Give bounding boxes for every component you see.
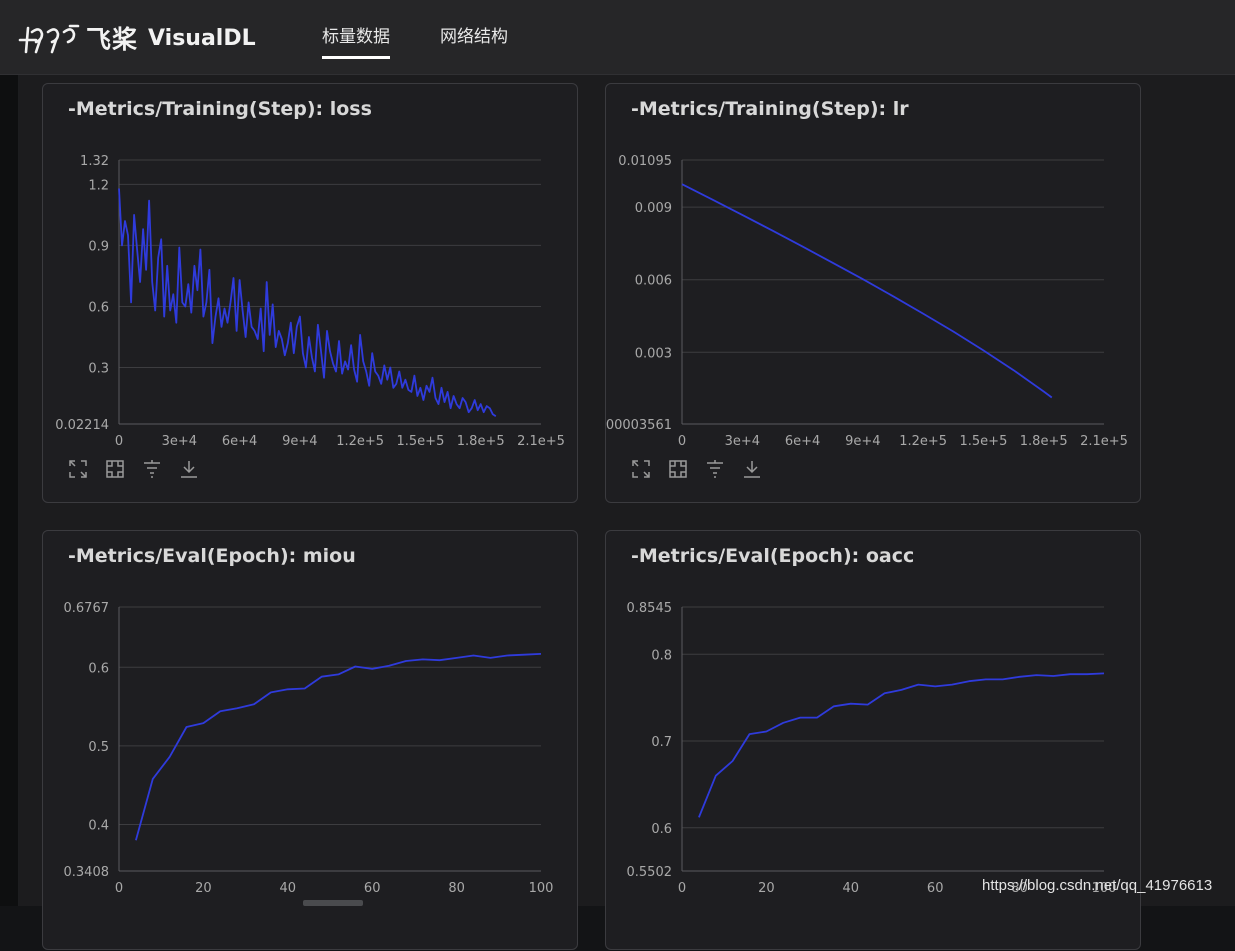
x-tick-label: 3e+4 — [725, 434, 760, 449]
y-tick-label: 0.006 — [635, 274, 672, 289]
y-tick-label: 1.32 — [80, 154, 109, 169]
x-tick-label: 2.1e+5 — [517, 434, 565, 449]
x-tick-label: 1.5e+5 — [960, 434, 1008, 449]
fullscreen-icon — [69, 460, 87, 478]
x-tick-label: 40 — [280, 881, 297, 896]
logo[interactable]: 飞桨 VisualDL — [18, 18, 256, 58]
top-navigation-bar: 飞桨 VisualDL 标量数据 网络结构 — [0, 0, 1235, 75]
x-tick-label: 9e+4 — [845, 434, 880, 449]
y-tick-label: 1.2 — [88, 178, 109, 193]
logo-product-name: VisualDL — [148, 25, 256, 51]
y-tick-label: 0.003 — [635, 346, 672, 361]
x-tick-label: 60 — [927, 881, 944, 896]
x-tick-label: 0 — [115, 434, 123, 449]
series-line — [698, 672, 1105, 818]
fullscreen-button[interactable] — [630, 458, 652, 480]
restore-zoom-icon — [106, 460, 124, 478]
x-tick-label: 0 — [115, 881, 123, 896]
y-tick-label: 0.01095 — [618, 154, 672, 169]
series-line — [118, 188, 497, 418]
x-tick-label: 80 — [448, 881, 465, 896]
restore-zoom-icon — [669, 460, 687, 478]
series-line — [681, 183, 1053, 399]
y-tick-label: 0.5 — [88, 740, 109, 755]
x-tick-label: 2.1e+5 — [1080, 434, 1128, 449]
y-tick-label: 0.02214 — [55, 418, 109, 433]
x-tick-label: 60 — [364, 881, 381, 896]
y-tick-label: 0.8 — [651, 648, 672, 663]
y-tick-label: 0.7 — [651, 735, 672, 750]
line-chart-loss[interactable]: 0.02214 0.3 0.6 0.9 1.2 1.32 0 3e+4 6e+4 9e+4 1.2e… — [43, 84, 579, 504]
y-tick-label: 0.6767 — [64, 601, 110, 616]
x-tick-label: 9e+4 — [282, 434, 317, 449]
filter-icon — [144, 460, 160, 478]
x-tick-label: 1.8e+5 — [457, 434, 505, 449]
x-tick-label: 20 — [195, 881, 212, 896]
x-tick-label: 40 — [843, 881, 860, 896]
filter-button[interactable] — [704, 458, 726, 480]
download-icon — [181, 461, 197, 478]
restore-zoom-button[interactable] — [104, 458, 126, 480]
watermark: https://blog.csdn.net/qq_41976613 — [982, 877, 1213, 894]
y-tick-label: 0.8545 — [627, 601, 673, 616]
x-tick-label: 0 — [678, 434, 686, 449]
line-chart-miou[interactable]: 0.3408 0.4 0.5 0.6 0.6767 0 20 40 60 80 100 — [43, 531, 579, 951]
y-tick-label: 0.6 — [651, 822, 672, 837]
y-tick-label: 0.4 — [88, 818, 109, 833]
line-chart-lr[interactable]: 00003561 0.003 0.006 0.009 0.01095 0 3e+4 6e+4 9… — [606, 84, 1142, 504]
y-tick-label: 0.6 — [88, 300, 109, 315]
y-tick-label: 0.009 — [635, 201, 672, 216]
x-tick-label: 100 — [529, 881, 554, 896]
y-tick-label: 0.3 — [88, 361, 109, 376]
chart-toolbar — [67, 458, 215, 480]
fullscreen-icon — [632, 460, 650, 478]
x-tick-label: 6e+4 — [785, 434, 820, 449]
download-button[interactable] — [178, 458, 200, 480]
chart-card-miou: -Metrics/Eval(Epoch): miou 0.3408 0.4 0.5 0… — [42, 530, 578, 950]
x-tick-label: 3e+4 — [162, 434, 197, 449]
sidebar — [0, 75, 19, 906]
download-icon — [744, 461, 760, 478]
x-tick-label: 1.5e+5 — [397, 434, 445, 449]
chart-grid: -Metrics/Training(Step): loss 0.02214 0.3… — [19, 75, 1235, 950]
filter-button[interactable] — [141, 458, 163, 480]
restore-zoom-button[interactable] — [667, 458, 689, 480]
filter-icon — [707, 460, 723, 478]
y-tick-label: 00003561 — [606, 418, 672, 433]
fullscreen-button[interactable] — [67, 458, 89, 480]
series-line — [135, 653, 542, 841]
x-tick-label: 1.8e+5 — [1020, 434, 1068, 449]
y-tick-label: 0.5502 — [627, 865, 673, 880]
y-tick-label: 0.9 — [88, 239, 109, 254]
y-tick-label: 0.3408 — [64, 865, 110, 880]
nav-tab-scalars[interactable]: 标量数据 — [322, 0, 390, 74]
x-tick-label: 20 — [758, 881, 775, 896]
logo-chinese-text: 飞桨 — [86, 25, 139, 54]
x-tick-label: 1.2e+5 — [336, 434, 384, 449]
nav-tab-graph[interactable]: 网络结构 — [440, 0, 508, 74]
chart-toolbar — [630, 458, 778, 480]
chart-card-lr: -Metrics/Training(Step): lr 00003561 0.00… — [605, 83, 1141, 503]
main-nav: 标量数据 网络结构 — [322, 0, 508, 74]
x-tick-label: 0 — [678, 881, 686, 896]
paddle-logo-icon — [18, 24, 80, 54]
x-tick-label: 6e+4 — [222, 434, 257, 449]
y-tick-label: 0.6 — [88, 661, 109, 676]
x-tick-label: 1.2e+5 — [899, 434, 947, 449]
horizontal-scrollbar-thumb[interactable] — [303, 900, 363, 906]
download-button[interactable] — [741, 458, 763, 480]
chart-card-loss: -Metrics/Training(Step): loss 0.02214 0.3… — [42, 83, 578, 503]
